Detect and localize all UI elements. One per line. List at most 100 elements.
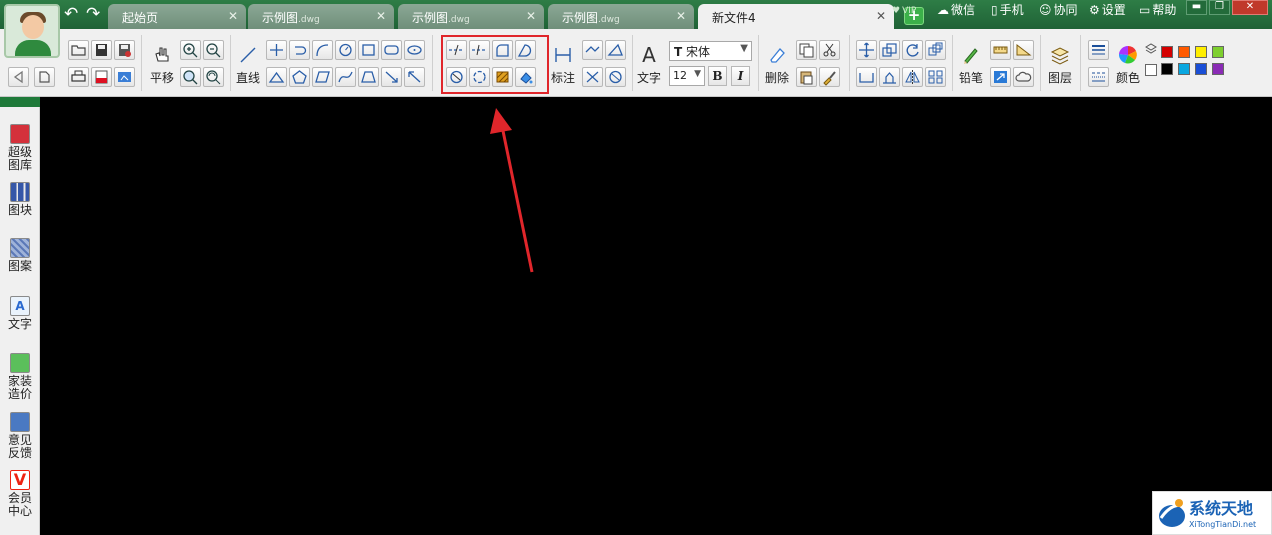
leader-arrow-icon[interactable] — [404, 67, 425, 87]
pan-tool[interactable]: 平移 — [147, 43, 177, 86]
circle-icon[interactable] — [335, 40, 356, 60]
format-brush-icon[interactable] — [819, 67, 840, 87]
undo-icon[interactable]: ↶ — [64, 5, 78, 23]
redo-icon[interactable]: ↷ — [86, 5, 100, 23]
export-image-icon[interactable] — [114, 67, 135, 87]
layer-stack-icon[interactable] — [1145, 43, 1157, 55]
color-swatch-blue[interactable] — [1195, 63, 1207, 75]
arc-icon[interactable] — [312, 40, 333, 60]
aligned-dimension-icon[interactable] — [582, 40, 603, 60]
zoom-out-icon[interactable] — [203, 40, 224, 60]
tab-start-page[interactable]: 起始页 ✕ — [108, 4, 246, 29]
scale-icon[interactable] — [879, 40, 900, 60]
color-swatch-purple[interactable] — [1212, 63, 1224, 75]
delete-tool[interactable]: 删除 — [762, 43, 792, 86]
measure-icon[interactable] — [990, 40, 1011, 60]
rectangle-icon[interactable] — [358, 40, 379, 60]
sidebar-item-member-center[interactable]: V 会员 中心 — [0, 470, 40, 518]
sidebar-item-feedback[interactable]: 意见 反馈 — [0, 412, 40, 460]
tab-close-icon[interactable]: ✕ — [876, 9, 886, 23]
layer-tool[interactable]: 图层 — [1045, 43, 1075, 86]
settings-menu[interactable]: ⚙ 设置 — [1089, 2, 1126, 18]
tab-close-icon[interactable]: ✕ — [676, 9, 686, 23]
italic-button[interactable]: I — [731, 66, 750, 86]
diameter-dimension-icon[interactable] — [605, 67, 626, 87]
sidebar-item-text[interactable]: A 文字 — [0, 296, 40, 331]
pentagon-icon[interactable] — [289, 67, 310, 87]
tab-close-icon[interactable]: ✕ — [228, 9, 238, 23]
sidebar-item-home-cost[interactable]: 家装 造价 — [0, 353, 40, 401]
parallelogram-icon[interactable] — [312, 67, 333, 87]
dimension-tool[interactable]: 标注 — [548, 43, 578, 86]
text-tool[interactable]: A 文字 — [634, 43, 664, 86]
back-icon[interactable] — [8, 67, 29, 87]
copy-icon[interactable] — [796, 40, 817, 60]
drawing-canvas[interactable] — [41, 98, 1272, 535]
diagonal-arrow-icon[interactable] — [381, 67, 402, 87]
radius-dimension-icon[interactable] — [582, 67, 603, 87]
move-icon[interactable] — [856, 40, 877, 60]
minimize-button[interactable]: ▬ — [1186, 0, 1207, 15]
pencil-tool[interactable]: 铅笔 — [956, 43, 986, 86]
sidebar-item-super-library[interactable]: 超级 图库 — [0, 124, 40, 172]
wechat-menu[interactable]: ☁ 微信 — [937, 2, 975, 18]
collab-menu[interactable]: ☺ 协同 — [1039, 2, 1078, 18]
explode-icon[interactable] — [879, 67, 900, 87]
color-swatch-green[interactable] — [1212, 46, 1224, 58]
trapezoid-icon[interactable] — [358, 67, 379, 87]
close-button[interactable]: ✕ — [1232, 0, 1268, 15]
help-menu[interactable]: ▭ 帮助 — [1139, 2, 1176, 18]
line-tool[interactable]: 直线 — [233, 43, 263, 86]
save-icon[interactable] — [91, 40, 112, 60]
zoom-in-icon[interactable] — [180, 40, 201, 60]
ellipse-icon[interactable] — [404, 40, 425, 60]
undo-arc-icon[interactable] — [289, 40, 310, 60]
open-folder-icon[interactable] — [68, 40, 89, 60]
insert-image-icon[interactable] — [990, 67, 1011, 87]
tab-sample-drawing[interactable]: 示例图.dwg ✕ — [548, 4, 694, 29]
array-icon[interactable] — [925, 40, 946, 60]
rotate-icon[interactable] — [902, 40, 923, 60]
stretch-icon[interactable] — [856, 67, 877, 87]
print-icon[interactable] — [68, 67, 89, 87]
save-as-icon[interactable] — [114, 40, 135, 60]
cloud-icon[interactable] — [1013, 67, 1034, 87]
font-size-select[interactable]: 12 ▼ — [669, 66, 705, 86]
rounded-rect-icon[interactable] — [381, 40, 402, 60]
color-swatch-orange[interactable] — [1178, 46, 1190, 58]
sidebar-item-blocks[interactable]: 图块 — [0, 182, 40, 217]
restore-button[interactable]: ❐ — [1209, 0, 1230, 15]
area-measure-icon[interactable] — [1013, 40, 1034, 60]
color-swatch-cyan[interactable] — [1178, 63, 1190, 75]
color-swatch-black[interactable] — [1161, 63, 1173, 75]
phone-menu[interactable]: ▯ 手机 — [991, 2, 1024, 18]
grid-icon[interactable] — [925, 67, 946, 87]
color-swatch-red[interactable] — [1161, 46, 1173, 58]
triangle-icon[interactable] — [266, 67, 287, 87]
paste-icon[interactable] — [796, 67, 817, 87]
page-icon[interactable] — [34, 67, 55, 87]
user-avatar[interactable] — [4, 4, 60, 58]
bold-button[interactable]: B — [708, 66, 727, 86]
line-weight-icon[interactable] — [1088, 40, 1109, 60]
zoom-window-icon[interactable] — [180, 67, 201, 87]
sidebar-item-patterns[interactable]: 图案 — [0, 238, 40, 273]
tab-new-file[interactable]: 新文件4 ✕ — [698, 4, 894, 29]
mirror-icon[interactable] — [902, 67, 923, 87]
angle-dimension-icon[interactable] — [605, 40, 626, 60]
line-type-icon[interactable] — [1088, 67, 1109, 87]
tab-close-icon[interactable]: ✕ — [376, 9, 386, 23]
vip-badge[interactable]: ♥ VIP — [892, 3, 916, 19]
tab-sample-drawing[interactable]: 示例图.dwg ✕ — [398, 4, 544, 29]
current-color-swatch[interactable] — [1145, 64, 1157, 76]
font-name-select[interactable]: T 宋体 ▼ — [669, 41, 752, 61]
export-pdf-icon[interactable] — [91, 67, 112, 87]
tab-sample-drawing[interactable]: 示例图.dwg ✕ — [248, 4, 394, 29]
cut-icon[interactable] — [819, 40, 840, 60]
color-tool[interactable]: 颜色 — [1113, 43, 1143, 86]
color-swatch-yellow[interactable] — [1195, 46, 1207, 58]
cross-move-icon[interactable] — [266, 40, 287, 60]
spline-icon[interactable] — [335, 67, 356, 87]
zoom-extents-icon[interactable] — [203, 67, 224, 87]
tab-close-icon[interactable]: ✕ — [526, 9, 536, 23]
